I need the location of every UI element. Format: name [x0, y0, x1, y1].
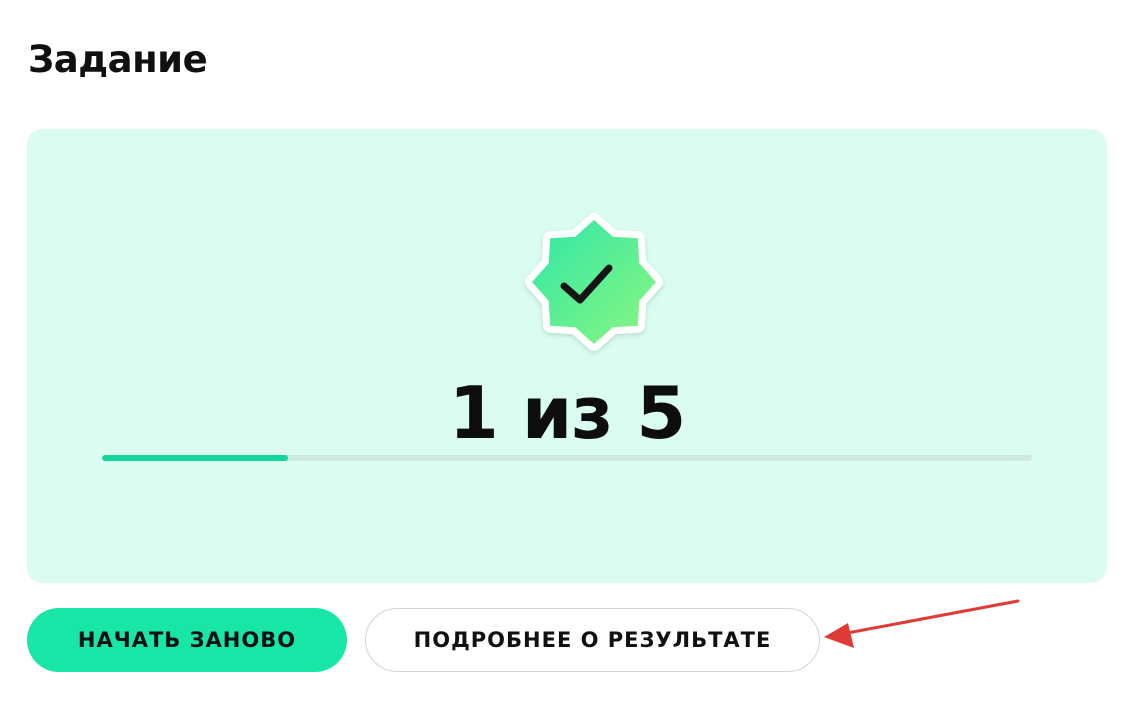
- restart-button[interactable]: НАЧАТЬ ЗАНОВО: [27, 608, 347, 672]
- task-page: Задание 1 из 5 НАЧАТЬ ЗАНОВО ПОДРОБНЕЕ О…: [0, 0, 1136, 710]
- result-details-button[interactable]: ПОДРОБНЕЕ О РЕЗУЛЬТАТЕ: [365, 608, 820, 672]
- progress-bar-fill: [102, 455, 288, 461]
- annotation-arrow-icon: [824, 599, 1020, 648]
- progress-bar: [102, 455, 1032, 461]
- page-title: Задание: [28, 38, 208, 81]
- result-card: 1 из 5: [27, 129, 1107, 583]
- checkmark-badge-icon: [525, 213, 663, 351]
- score-text: 1 из 5: [448, 371, 687, 455]
